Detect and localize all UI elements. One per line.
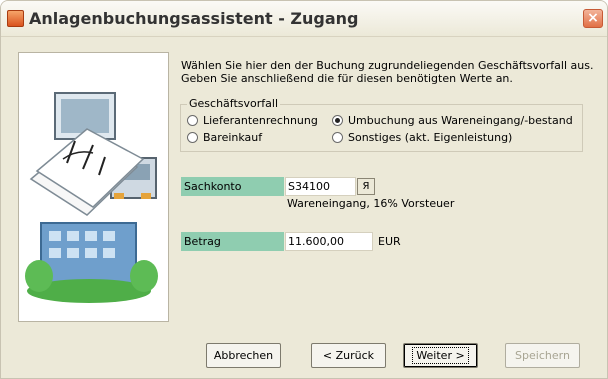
currency-label: EUR	[378, 235, 401, 248]
radio-circle[interactable]	[187, 132, 198, 143]
radio-umbuchung[interactable]: Umbuchung aus Wareneingang/-bestand	[332, 114, 573, 127]
radio-sonstiges[interactable]: Sonstiges (akt. Eigenleistung)	[332, 131, 512, 144]
title-bar[interactable]: Anlagenbuchungsassistent - Zugang ×	[1, 1, 607, 37]
cancel-button[interactable]: Abbrechen	[206, 343, 281, 368]
illustration-icon	[25, 92, 158, 303]
radio-circle[interactable]	[332, 132, 343, 143]
window-title: Anlagenbuchungsassistent - Zugang	[29, 9, 359, 28]
back-button[interactable]: < Zurück	[311, 343, 386, 368]
radio-circle[interactable]	[187, 115, 198, 126]
sachkonto-label: Sachkonto	[181, 177, 284, 196]
geschaeftsvorfall-groupbox	[180, 104, 583, 152]
description: Wählen Sie hier den der Buchung zugrunde…	[181, 59, 596, 85]
radio-label: Lieferantenrechnung	[203, 114, 318, 127]
betrag-input[interactable]: 11.600,00	[285, 232, 373, 251]
sachkonto-lookup-button[interactable]: Я	[357, 178, 375, 195]
description-line-2: Geben Sie anschließend die für diesen be…	[181, 72, 513, 85]
app-icon	[7, 10, 24, 27]
save-button[interactable]: Speichern	[505, 343, 580, 368]
next-button-label: Weiter >	[412, 347, 469, 364]
sachkonto-input[interactable]: S34100	[285, 177, 356, 196]
radio-circle-checked[interactable]	[332, 115, 343, 126]
sachkonto-info: Wareneingang, 16% Vorsteuer	[287, 197, 455, 210]
radio-lieferantenrechnung[interactable]: Lieferantenrechnung	[187, 114, 318, 127]
illustration-panel	[18, 52, 169, 322]
next-button[interactable]: Weiter >	[403, 343, 478, 368]
geschaeftsvorfall-legend: Geschäftsvorfall	[187, 97, 280, 110]
close-button[interactable]: ×	[583, 9, 603, 28]
radio-label: Umbuchung aus Wareneingang/-bestand	[348, 114, 573, 127]
description-line-1: Wählen Sie hier den der Buchung zugrunde…	[181, 59, 594, 72]
radio-label: Sonstiges (akt. Eigenleistung)	[348, 131, 513, 144]
radio-bareinkauf[interactable]: Bareinkauf	[187, 131, 262, 144]
dialog-window: Anlagenbuchungsassistent - Zugang × Wähl…	[0, 0, 608, 379]
radio-label: Bareinkauf	[203, 131, 263, 144]
betrag-label: Betrag	[181, 232, 284, 251]
